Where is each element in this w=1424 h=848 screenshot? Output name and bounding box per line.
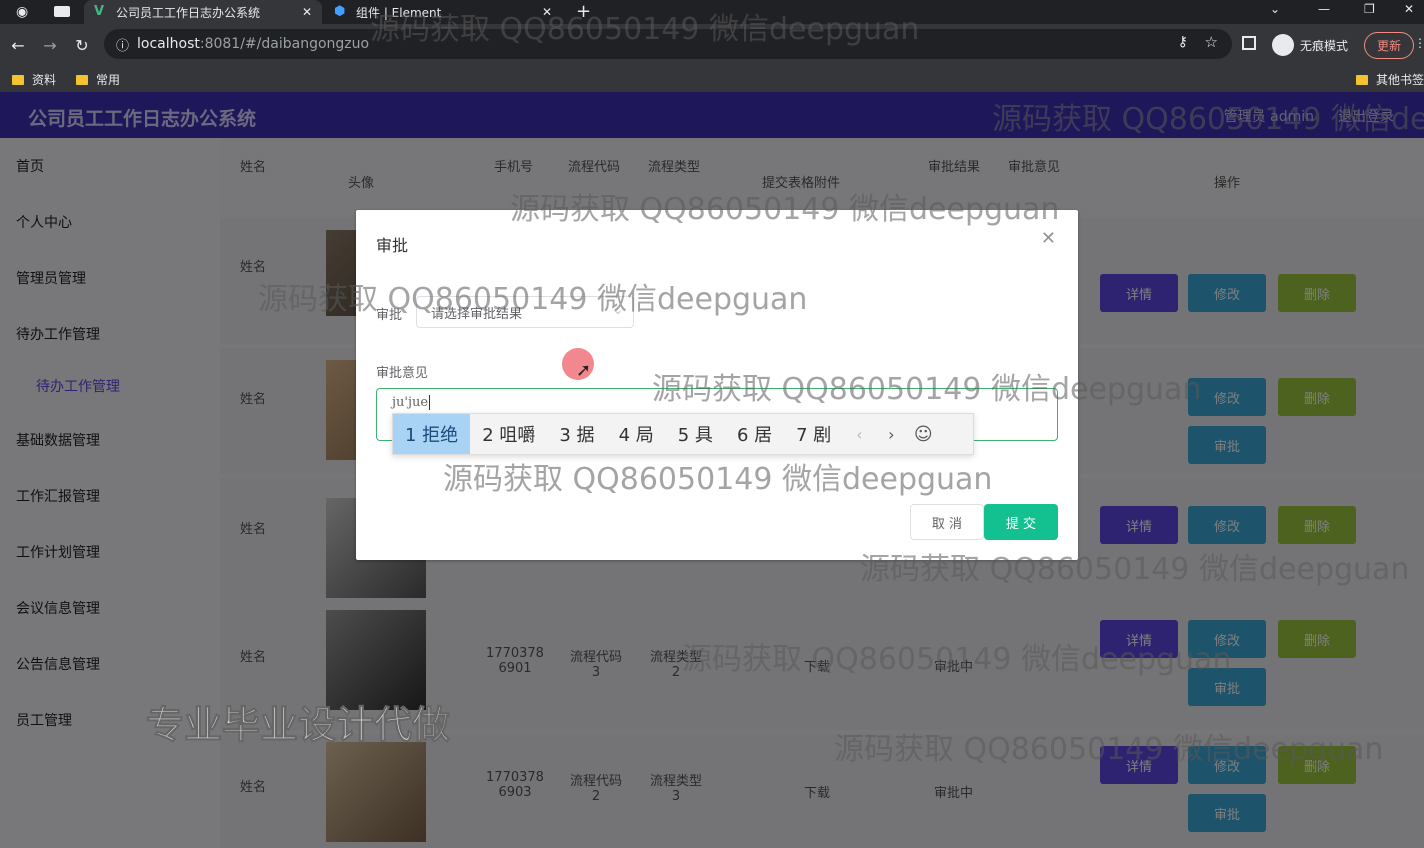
ime-candidate[interactable]: 2 咀嚼: [470, 414, 547, 454]
cancel-button[interactable]: 取 消: [910, 504, 984, 540]
tab-app[interactable]: V 公司员工工作日志办公系统 ✕: [84, 0, 322, 24]
mouse-cursor-icon: ➚: [576, 360, 592, 381]
submit-button[interactable]: 提 交: [984, 504, 1058, 540]
vue-icon: V: [94, 4, 105, 19]
chevron-left-icon[interactable]: ‹: [843, 425, 875, 444]
menu-icon[interactable]: ⋮: [1414, 36, 1424, 50]
element-icon: ⬢: [334, 4, 346, 19]
textarea-value: ju'jue: [392, 395, 429, 410]
text-caret: [429, 395, 431, 410]
ime-candidate-bar: 1 拒绝 2 咀嚼 3 据 4 局 5 具 6 居 7 剧 ‹ › ☺: [392, 413, 974, 455]
emoji-icon[interactable]: ☺: [907, 424, 939, 445]
browser-globe-icon[interactable]: ◉: [16, 4, 28, 20]
dialog-title: 审批: [376, 236, 409, 255]
tab-app-label: 公司员工工作日志办公系统: [116, 5, 261, 20]
folder-icon: [12, 74, 24, 85]
key-icon[interactable]: ⚷: [1178, 34, 1188, 50]
bookmark-label: 资料: [32, 73, 57, 87]
watermark: 源码获取 QQ86050149 微信deepguan: [652, 372, 1202, 407]
url-host: localhost: [137, 36, 200, 52]
ime-candidate[interactable]: 5 具: [666, 414, 725, 454]
watermark: 源码获取 QQ86050149 微信deepguan: [860, 552, 1410, 587]
promo-banner: 专业毕业设计代做: [145, 703, 451, 748]
bookmark-folder[interactable]: 资料: [12, 71, 56, 88]
ime-candidate[interactable]: 7 剧: [784, 414, 843, 454]
watermark: 源码获取 QQ86050149 微信deepguan: [443, 462, 993, 497]
chevron-down-icon[interactable]: ⌄: [1270, 2, 1280, 16]
bookmark-folder[interactable]: 常用: [76, 71, 120, 88]
folder-icon: [1356, 74, 1368, 85]
watermark: 源码获取 QQ86050149 微信deepguan: [370, 12, 920, 47]
watermark: 源码获取 QQ86050149 微信deepguan: [834, 732, 1384, 767]
window-close-icon[interactable]: ✕: [1404, 2, 1414, 16]
back-icon[interactable]: ←: [4, 31, 32, 59]
ime-candidate[interactable]: 3 据: [547, 414, 606, 454]
browser-tab-search-icon[interactable]: [54, 6, 70, 17]
other-bookmarks[interactable]: 其他书签: [1356, 71, 1424, 88]
close-icon[interactable]: ✕: [302, 5, 312, 19]
minimize-icon[interactable]: —: [1318, 2, 1330, 16]
ime-candidate[interactable]: 1 拒绝: [393, 414, 471, 454]
bookmark-label: 常用: [96, 73, 121, 87]
restore-icon[interactable]: ❐: [1364, 2, 1375, 16]
star-icon[interactable]: ☆: [1205, 33, 1218, 51]
sidepanel-icon[interactable]: [1242, 36, 1256, 50]
url-path: :8081/#/daibangongzuo: [199, 36, 370, 52]
incognito-icon: [1272, 34, 1294, 56]
ime-candidate[interactable]: 4 局: [607, 414, 666, 454]
ime-candidate[interactable]: 6 居: [725, 414, 784, 454]
info-icon[interactable]: ⓘ: [116, 35, 129, 54]
update-button[interactable]: 更新: [1364, 32, 1415, 59]
folder-icon: [76, 74, 88, 85]
incognito-label: 无痕模式: [1300, 39, 1349, 53]
chevron-right-icon[interactable]: ›: [875, 425, 907, 444]
watermark: 源码获取 QQ86050149 微信deepguan: [682, 642, 1232, 677]
reload-icon[interactable]: ↻: [68, 31, 96, 59]
opinion-label: 审批意见: [376, 366, 429, 381]
other-bookmarks-label: 其他书签: [1376, 73, 1424, 87]
close-icon[interactable]: ✕: [1041, 228, 1056, 249]
forward-icon[interactable]: →: [36, 31, 64, 59]
watermark: 源码获取 QQ86050149 微信deepguan: [258, 282, 808, 317]
watermark: 源码获取 QQ86050149 微信deepguan: [510, 192, 1060, 227]
bookmarks-bar: 资料 常用 其他书签: [0, 66, 1424, 92]
watermark: 源码获取 QQ86050149 微信deepguan: [992, 102, 1424, 137]
